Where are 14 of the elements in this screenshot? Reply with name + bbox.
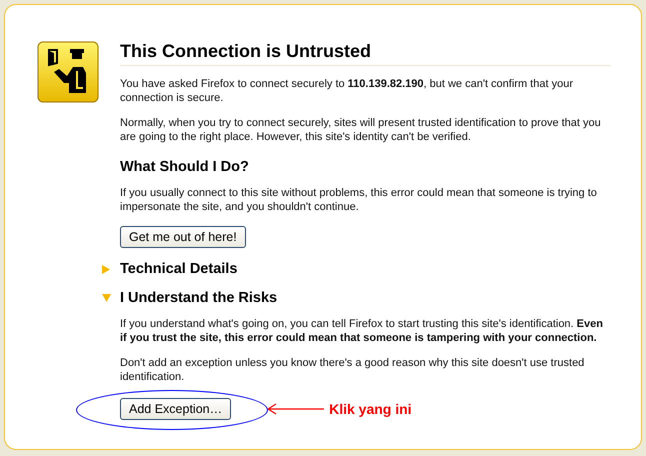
add-exception-button[interactable]: Add Exception… [120,398,232,420]
paragraph: If you usually connect to this site without problems, this error could mean that someone is trying to impersonate the site, and you shouldn't continue. [120,186,598,214]
paragraph: Normally, when you try to connect securely, sites will present trusted identification to prove that you are going to the right place. However, this site's identity can't be verified. [120,116,602,144]
paragraph: If you understand what's going on, you can tell Firefox to start trusting this site's identification. Even if you trust the site, this error could mean that someone is tampering with your connection. [120,317,604,345]
section-toggle[interactable]: Technical Details [120,261,238,277]
escape-button[interactable]: Get me out of here! [120,226,246,248]
officer-icon [37,41,99,103]
arrow [267,403,326,415]
annotation-label: Klik yang ini [329,401,412,417]
section-toggle[interactable]: I Understand the Risks [120,290,278,306]
section-heading: What Should I Do? [120,159,250,175]
paragraph: Don't add an exception unless you know there's a good reason why this site doesn't use trusted identification. [120,356,586,384]
paragraph: You have asked Firefox to connect securely to 110.139.82.190, but we can't confirm that your connection is secure. [120,77,574,105]
page-title: This Connection is Untrusted [120,41,611,66]
